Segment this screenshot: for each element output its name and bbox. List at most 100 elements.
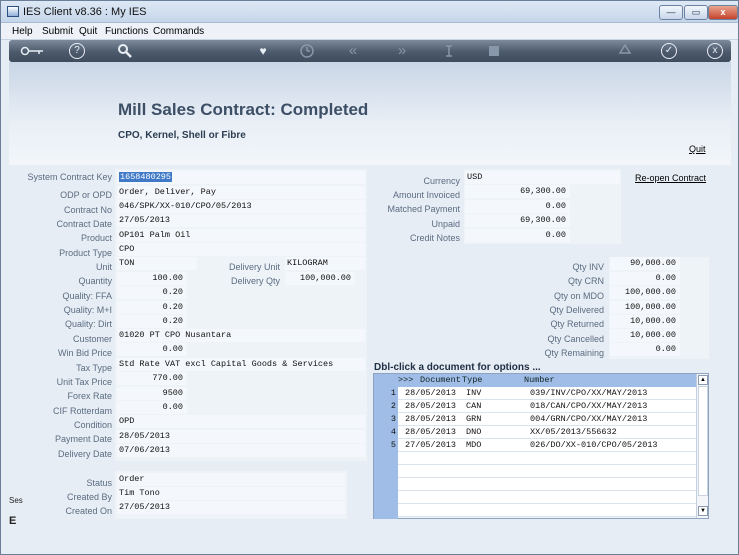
- qty-crn-field[interactable]: 0.00: [610, 272, 680, 285]
- qty-cancelled-field[interactable]: 10,000.00: [610, 329, 680, 342]
- label-delivery-date: Delivery Date: [57, 449, 112, 459]
- qty-remaining-field[interactable]: 0.00: [610, 343, 680, 356]
- row-date: 28/05/2013: [405, 401, 457, 411]
- system-contract-key-value: 1658480295: [119, 172, 173, 182]
- row-number: 5: [390, 440, 396, 450]
- documents-grid-title: Dbl-click a document for options ...: [374, 362, 541, 373]
- odp-or-opd-field[interactable]: Order, Deliver, Pay: [117, 186, 365, 199]
- qty-inv-field[interactable]: 90,000.00: [610, 257, 680, 270]
- table-row[interactable]: 5 27/05/2013 MDO 026/DO/XX-010/CPO/05/20…: [374, 439, 696, 452]
- contract-date-field[interactable]: 27/05/2013: [117, 214, 365, 227]
- qty-delivered-field[interactable]: 100,000.00: [610, 301, 680, 314]
- label-delivery-unit: Delivery Unit: [228, 262, 280, 272]
- menu-commands[interactable]: Commands: [153, 26, 204, 37]
- scroll-up-button[interactable]: ▲: [698, 375, 708, 385]
- close-window-button[interactable]: x: [708, 5, 738, 20]
- amount-invoiced-field[interactable]: 69,300.00: [465, 185, 570, 198]
- header-number[interactable]: Number: [524, 375, 555, 385]
- label-payment-date: Payment Date: [54, 434, 112, 444]
- delivery-unit-field[interactable]: KILOGRAM: [285, 257, 365, 270]
- contract-no-field[interactable]: 046/SPK/XX-010/CPO/05/2013: [117, 200, 365, 213]
- forward-icon[interactable]: »: [393, 43, 411, 59]
- label-matched-payment: Matched Payment: [387, 204, 460, 214]
- empty-row: [398, 465, 696, 478]
- row-date: 27/05/2013: [405, 440, 457, 450]
- label-currency: Currency: [423, 176, 460, 186]
- row-type: GRN: [466, 414, 482, 424]
- grid-header: >>> Document Type Number: [374, 374, 696, 387]
- header-document[interactable]: Document: [420, 375, 461, 385]
- grid-scrollbar[interactable]: ▲ ▼: [696, 374, 708, 518]
- table-row[interactable]: 3 28/05/2013 GRN 004/GRN/CPO/XX/MAY/2013: [374, 413, 696, 426]
- stop-icon[interactable]: [487, 43, 501, 59]
- forex-rate-field[interactable]: 9500: [117, 387, 187, 400]
- quit-link[interactable]: Quit: [689, 144, 706, 154]
- quality-mi-field[interactable]: 0.20: [117, 301, 187, 314]
- key-icon[interactable]: [19, 43, 45, 59]
- clock-icon[interactable]: [299, 43, 315, 59]
- quantity-field[interactable]: 100.00: [117, 272, 187, 285]
- matched-payment-field[interactable]: 0.00: [465, 200, 570, 213]
- qty-returned-field[interactable]: 10,000.00: [610, 315, 680, 328]
- label-odp-or-opd: ODP or OPD: [60, 190, 112, 200]
- cursor-icon[interactable]: [442, 43, 456, 59]
- currency-field[interactable]: USD: [465, 171, 620, 184]
- label-qty-on-mdo: Qty on MDO: [553, 291, 604, 301]
- menu-submit[interactable]: Submit: [42, 26, 73, 37]
- product-field[interactable]: OP101 Palm Oil: [117, 229, 365, 242]
- created-on-field[interactable]: 27/05/2013: [117, 501, 345, 514]
- row-date: 28/05/2013: [405, 414, 457, 424]
- label-quantity: Quantity: [78, 276, 112, 286]
- customer-field[interactable]: 01020 PT CPO Nusantara: [117, 329, 365, 342]
- credit-notes-field[interactable]: 0.00: [465, 229, 570, 242]
- unpaid-field[interactable]: 69,300.00: [465, 214, 570, 227]
- tax-type-field[interactable]: Std Rate VAT excl Capital Goods & Servic…: [117, 358, 365, 371]
- empty-row: [398, 491, 696, 504]
- row-number: 3: [390, 414, 396, 424]
- scroll-down-button[interactable]: ▼: [698, 506, 708, 516]
- delivery-qty-field[interactable]: 100,000.00: [285, 272, 355, 285]
- close-icon[interactable]: x: [707, 43, 723, 59]
- side-text-ses: Ses: [9, 496, 23, 505]
- reopen-contract-link[interactable]: Re-open Contract: [635, 173, 706, 183]
- toolbar: ? ♥ « » ✓ x: [9, 40, 731, 62]
- scroll-track[interactable]: [698, 386, 708, 496]
- header-marker: >>>: [398, 375, 414, 385]
- table-row[interactable]: 1 28/05/2013 INV 039/INV/CPO/XX/MAY/2013: [374, 387, 696, 400]
- row-date: 28/05/2013: [405, 427, 457, 437]
- help-icon[interactable]: ?: [69, 43, 85, 59]
- payment-date-field[interactable]: 28/05/2013: [117, 430, 365, 443]
- created-by-field[interactable]: Tim Tono: [117, 487, 345, 500]
- status-field[interactable]: Order: [117, 473, 345, 486]
- empty-row: [398, 478, 696, 491]
- label-condition: Condition: [73, 420, 112, 430]
- menu-functions[interactable]: Functions: [105, 26, 148, 37]
- label-qty-cancelled: Qty Cancelled: [547, 334, 604, 344]
- table-row[interactable]: 4 28/05/2013 DNO XX/05/2013/556632: [374, 426, 696, 439]
- cif-rotterdam-field[interactable]: 0.00: [117, 401, 187, 414]
- condition-field[interactable]: OPD: [117, 415, 365, 428]
- check-icon[interactable]: ✓: [661, 43, 677, 59]
- quality-dirt-field[interactable]: 0.20: [117, 315, 187, 328]
- maximize-button[interactable]: ▭: [684, 5, 708, 20]
- header-type[interactable]: Type: [462, 375, 482, 385]
- menu-help[interactable]: Help: [12, 26, 33, 37]
- menu-quit[interactable]: Quit: [79, 26, 97, 37]
- label-qty-returned: Qty Returned: [550, 319, 604, 329]
- table-row[interactable]: 2 28/05/2013 CAN 018/CAN/CPO/XX/MAY/2013: [374, 400, 696, 413]
- product-type-field[interactable]: CPO: [117, 243, 365, 256]
- heart-icon[interactable]: ♥: [255, 43, 271, 59]
- quality-ffa-field[interactable]: 0.20: [117, 286, 187, 299]
- search-icon[interactable]: [117, 43, 133, 59]
- window-title: IES Client v8.36 : My IES: [23, 6, 147, 18]
- system-contract-key-field[interactable]: 1658480295: [117, 171, 365, 184]
- qty-on-mdo-field[interactable]: 100,000.00: [610, 286, 680, 299]
- minimize-button[interactable]: —: [659, 5, 683, 20]
- win-bid-price-field[interactable]: 0.00: [117, 343, 187, 356]
- delivery-date-field[interactable]: 07/06/2013: [117, 444, 365, 457]
- unit-tax-price-field[interactable]: 770.00: [117, 372, 187, 385]
- unit-field[interactable]: TON: [117, 257, 197, 270]
- documents-grid[interactable]: >>> Document Type Number 1 28/05/2013 IN…: [373, 373, 709, 519]
- rewind-icon[interactable]: «: [344, 43, 362, 59]
- recycle-icon[interactable]: [617, 43, 633, 59]
